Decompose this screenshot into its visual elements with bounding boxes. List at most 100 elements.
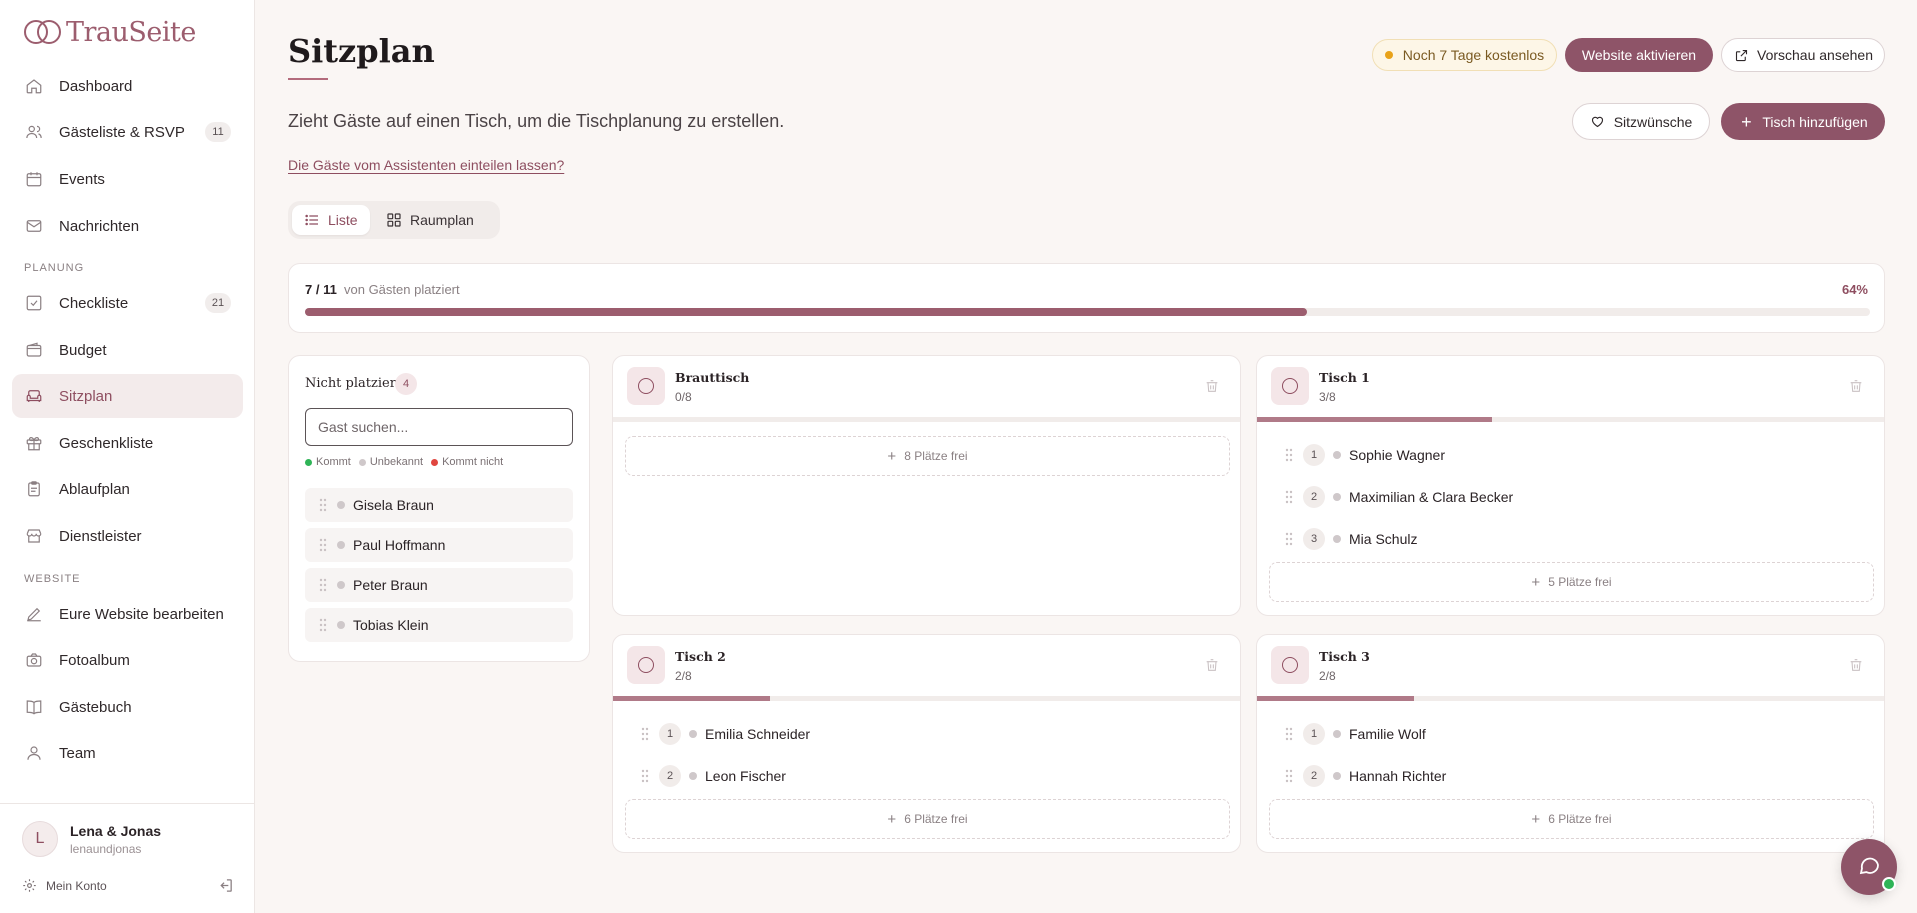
gift-icon	[24, 433, 44, 453]
sidebar-item-vendors[interactable]: Dienstleister	[12, 514, 243, 558]
trash-icon[interactable]	[1848, 657, 1864, 673]
guest-name: Gisela Braun	[353, 497, 434, 513]
sofa-icon	[24, 386, 44, 406]
seated-guest[interactable]: 1 Emilia Schneider	[629, 719, 810, 749]
seating-wishes-button[interactable]: Sitzwünsche	[1572, 103, 1710, 140]
trial-badge[interactable]: Noch 7 Tage kostenlos	[1372, 39, 1557, 71]
user-name: Lena & Jonas	[70, 823, 162, 839]
trash-icon[interactable]	[1204, 657, 1220, 673]
seated-guest[interactable]: 2 Maximilian & Clara Becker	[1273, 482, 1513, 512]
drag-handle-icon[interactable]	[1285, 490, 1293, 504]
add-table-button[interactable]: + Tisch hinzufügen	[1721, 103, 1885, 140]
sidebar-item-giftlist[interactable]: Geschenkliste	[12, 421, 243, 465]
unplaced-guest-item[interactable]: Gisela Braun	[305, 488, 573, 522]
free-seats-dropzone[interactable]: + 5 Plätze frei	[1269, 562, 1874, 602]
status-dot-icon	[337, 501, 345, 509]
sidebar-item-dashboard[interactable]: Dashboard	[12, 64, 243, 108]
plus-icon: +	[887, 447, 897, 465]
seated-guest[interactable]: 3 Mia Schulz	[1273, 524, 1417, 554]
sidebar-item-events[interactable]: Events	[12, 157, 243, 201]
chat-bubble-icon	[1857, 853, 1881, 882]
table-header: Tisch 3 2/8	[1257, 635, 1884, 697]
table-fill	[613, 696, 770, 701]
seat-number: 1	[1303, 444, 1325, 466]
logout-icon[interactable]	[217, 877, 235, 895]
guest-name: Tobias Klein	[353, 617, 429, 633]
table-circle-icon	[627, 367, 665, 405]
status-dot-icon	[337, 621, 345, 629]
calendar-icon	[24, 169, 44, 189]
free-seats-dropzone[interactable]: + 6 Plätze frei	[1269, 799, 1874, 839]
unplaced-guest-item[interactable]: Peter Braun	[305, 568, 573, 602]
table-header: Tisch 1 3/8	[1257, 356, 1884, 418]
trash-icon[interactable]	[1848, 378, 1864, 394]
trash-icon[interactable]	[1204, 378, 1220, 394]
title-underline	[288, 78, 328, 80]
pen-icon	[24, 604, 44, 624]
placed-label: von Gästen platziert	[344, 282, 460, 297]
table-name[interactable]: Brauttisch	[675, 370, 749, 385]
camera-icon	[24, 650, 44, 670]
avatar[interactable]: L	[22, 821, 58, 857]
my-account-link[interactable]: Mein Konto	[22, 878, 107, 894]
legend-label: Kommt	[316, 456, 351, 468]
placed-percent: 64%	[1841, 282, 1868, 297]
drag-handle-icon[interactable]	[319, 498, 327, 512]
list-icon	[304, 212, 320, 228]
seated-guest[interactable]: 1 Familie Wolf	[1273, 719, 1426, 749]
sidebar-item-photoalbum[interactable]: Fotoalbum	[12, 638, 243, 682]
tab-list-label: Liste	[328, 212, 358, 228]
table-name[interactable]: Tisch 3	[1319, 649, 1370, 664]
page-subtitle: Zieht Gäste auf einen Tisch, um die Tisc…	[288, 111, 785, 131]
free-seats-dropzone[interactable]: + 8 Plätze frei	[625, 436, 1230, 476]
sidebar-item-schedule[interactable]: Ablaufplan	[12, 467, 243, 511]
table-name[interactable]: Tisch 2	[675, 649, 726, 664]
guest-name: Paul Hoffmann	[353, 537, 446, 553]
seat-number: 1	[1303, 723, 1325, 745]
sidebar-item-label: Sitzplan	[59, 387, 113, 405]
drag-handle-icon[interactable]	[319, 538, 327, 552]
tab-roomplan[interactable]: Raumplan	[374, 205, 486, 235]
activate-website-button[interactable]: Website aktivieren	[1565, 38, 1713, 72]
guest-name: Hannah Richter	[1349, 768, 1447, 784]
legend-label: Kommt nicht	[442, 456, 504, 468]
page-title: Sitzplan	[288, 32, 435, 70]
trial-dot-icon	[1384, 51, 1393, 59]
sidebar-item-budget[interactable]: Budget	[12, 328, 243, 372]
drag-handle-icon[interactable]	[319, 618, 327, 632]
brand-logo[interactable]: TrauSeite	[24, 14, 196, 50]
table-header: Tisch 2 2/8	[613, 635, 1240, 697]
drag-handle-icon[interactable]	[1285, 532, 1293, 546]
table-card-tisch-3: Tisch 3 2/8 1 Familie Wolf 2 Hannah Rich…	[1256, 634, 1885, 853]
sidebar-item-guestlist[interactable]: Gästeliste & RSVP 11	[12, 110, 243, 154]
preview-button[interactable]: Vorschau ansehen	[1721, 38, 1885, 72]
external-link-icon	[1733, 47, 1749, 63]
plus-icon: +	[1531, 573, 1541, 591]
sidebar-item-sitzplan[interactable]: Sitzplan	[12, 374, 243, 418]
unplaced-guest-item[interactable]: Tobias Klein	[305, 608, 573, 642]
table-fill-bar	[613, 696, 1240, 701]
drag-handle-icon[interactable]	[641, 769, 649, 783]
assistant-link[interactable]: Die Gäste vom Assistenten einteilen lass…	[288, 157, 564, 173]
sidebar-item-edit-website[interactable]: Eure Website bearbeiten	[12, 592, 243, 636]
seated-guest[interactable]: 1 Sophie Wagner	[1273, 440, 1445, 470]
drag-handle-icon[interactable]	[1285, 769, 1293, 783]
table-name[interactable]: Tisch 1	[1319, 370, 1370, 385]
sidebar-item-guestbook[interactable]: Gästebuch	[12, 685, 243, 729]
drag-handle-icon[interactable]	[1285, 448, 1293, 462]
table-fill	[1257, 417, 1493, 422]
sidebar-item-messages[interactable]: Nachrichten	[12, 204, 243, 248]
heart-icon	[1590, 114, 1606, 130]
tab-list[interactable]: Liste	[292, 205, 370, 235]
drag-handle-icon[interactable]	[1285, 727, 1293, 741]
unplaced-guest-item[interactable]: Paul Hoffmann	[305, 528, 573, 562]
seated-guest[interactable]: 2 Leon Fischer	[629, 761, 786, 791]
drag-handle-icon[interactable]	[641, 727, 649, 741]
drag-handle-icon[interactable]	[319, 578, 327, 592]
sidebar-item-team[interactable]: Team	[12, 731, 243, 775]
free-seats-dropzone[interactable]: + 6 Plätze frei	[625, 799, 1230, 839]
guest-search-input[interactable]	[305, 408, 573, 446]
sidebar-item-checklist[interactable]: Checkliste 21	[12, 281, 243, 325]
seated-guest[interactable]: 2 Hannah Richter	[1273, 761, 1446, 791]
seat-number: 2	[1303, 486, 1325, 508]
